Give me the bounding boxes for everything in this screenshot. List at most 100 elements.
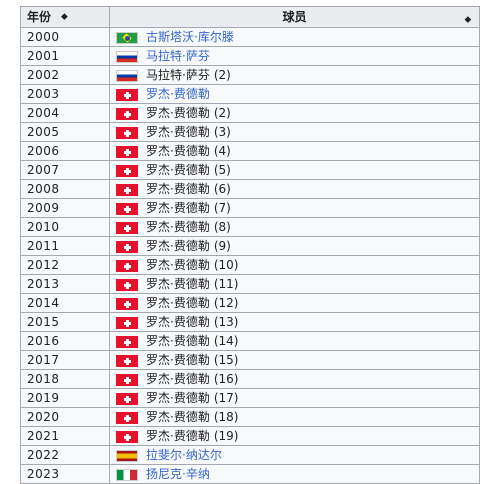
player-name-link: 罗杰·费德勒 bbox=[146, 163, 210, 177]
sort-icon[interactable]: ⬥ bbox=[61, 8, 67, 26]
table-row: 2007 罗杰·费德勒 (5) bbox=[20, 160, 480, 180]
year-cell: 2009 bbox=[20, 198, 110, 218]
player-name-link: 罗杰·费德勒 bbox=[146, 429, 210, 443]
flag-icon bbox=[116, 449, 138, 462]
table-header-row: 年份 ⬥ 球员 ⬥ bbox=[20, 6, 480, 29]
player-name-link[interactable]: 马拉特·萨芬 bbox=[146, 49, 210, 63]
year-cell: 2010 bbox=[20, 217, 110, 237]
year-cell: 2003 bbox=[20, 84, 110, 104]
player-name-link: 罗杰·费德勒 bbox=[146, 353, 210, 367]
flag-icon bbox=[116, 202, 138, 215]
title-count: (8) bbox=[213, 220, 231, 234]
title-count: (7) bbox=[213, 201, 231, 215]
flag-icon bbox=[116, 69, 138, 82]
player-name-link[interactable]: 拉斐尔·纳达尔 bbox=[146, 448, 222, 462]
flag-icon bbox=[116, 468, 138, 481]
year-cell: 2006 bbox=[20, 141, 110, 161]
flag-icon bbox=[116, 411, 138, 424]
player-name-link: 罗杰·费德勒 bbox=[146, 410, 210, 424]
table-row: 2003 罗杰·费德勒 bbox=[20, 84, 480, 104]
year-column-header[interactable]: 年份 ⬥ bbox=[20, 6, 110, 28]
flag-icon bbox=[116, 392, 138, 405]
flag-icon bbox=[116, 259, 138, 272]
title-count: (19) bbox=[213, 429, 239, 443]
player-name-link: 罗杰·费德勒 bbox=[146, 220, 210, 234]
winners-table: 年份 ⬥ 球员 ⬥ 2000 古斯塔沃·库尔滕 2001 马拉特·萨芬 2002 马拉特·… bbox=[20, 6, 480, 484]
year-cell: 2018 bbox=[20, 369, 110, 389]
table-row: 2014 罗杰·费德勒 (12) bbox=[20, 293, 480, 313]
table-row: 2018 罗杰·费德勒 (16) bbox=[20, 369, 480, 389]
title-count: (2) bbox=[213, 106, 231, 120]
title-count: (18) bbox=[213, 410, 239, 424]
player-name-link: 罗杰·费德勒 bbox=[146, 182, 210, 196]
player-name-link[interactable]: 罗杰·费德勒 bbox=[146, 87, 210, 101]
table-row: 2004 罗杰·费德勒 (2) bbox=[20, 103, 480, 123]
title-count: (3) bbox=[213, 125, 231, 139]
player-cell: 罗杰·费德勒 (4) bbox=[109, 141, 480, 161]
table-body: 2000 古斯塔沃·库尔滕 2001 马拉特·萨芬 2002 马拉特·萨芬 (2) 2003 罗… bbox=[20, 27, 480, 484]
title-count: (15) bbox=[213, 353, 239, 367]
player-cell: 罗杰·费德勒 (8) bbox=[109, 217, 480, 237]
player-cell: 马拉特·萨芬 (2) bbox=[109, 65, 480, 85]
title-count: (16) bbox=[213, 372, 239, 386]
player-name-link[interactable]: 扬尼克·辛纳 bbox=[146, 467, 210, 481]
player-column-header[interactable]: 球员 ⬥ bbox=[109, 6, 480, 29]
table-row: 2015 罗杰·费德勒 (13) bbox=[20, 312, 480, 332]
player-name-link: 罗杰·费德勒 bbox=[146, 106, 210, 120]
player-cell: 扬尼克·辛纳 bbox=[109, 464, 480, 484]
flag-icon bbox=[116, 221, 138, 234]
player-header-label: 球员 bbox=[282, 10, 307, 24]
player-cell: 罗杰·费德勒 (7) bbox=[109, 198, 480, 218]
table-row: 2019 罗杰·费德勒 (17) bbox=[20, 388, 480, 408]
year-cell: 2001 bbox=[20, 46, 110, 66]
player-cell: 罗杰·费德勒 (12) bbox=[109, 293, 480, 313]
player-cell: 罗杰·费德勒 (6) bbox=[109, 179, 480, 199]
year-cell: 2017 bbox=[20, 350, 110, 370]
flag-icon bbox=[116, 240, 138, 253]
title-count: (5) bbox=[213, 163, 231, 177]
player-name-link: 罗杰·费德勒 bbox=[146, 296, 210, 310]
year-cell: 2023 bbox=[20, 464, 110, 484]
table-row: 2008 罗杰·费德勒 (6) bbox=[20, 179, 480, 199]
player-name-link[interactable]: 古斯塔沃·库尔滕 bbox=[146, 30, 234, 44]
player-cell: 罗杰·费德勒 (16) bbox=[109, 369, 480, 389]
flag-icon bbox=[116, 50, 138, 63]
player-cell: 马拉特·萨芬 bbox=[109, 46, 480, 66]
table-row: 2022 拉斐尔·纳达尔 bbox=[20, 445, 480, 465]
table-row: 2000 古斯塔沃·库尔滕 bbox=[20, 27, 480, 47]
flag-icon bbox=[116, 373, 138, 386]
title-count: (11) bbox=[213, 277, 239, 291]
player-name-link: 罗杰·费德勒 bbox=[146, 239, 210, 253]
year-cell: 2013 bbox=[20, 274, 110, 294]
flag-icon bbox=[116, 316, 138, 329]
table-row: 2017 罗杰·费德勒 (15) bbox=[20, 350, 480, 370]
title-count: (13) bbox=[213, 315, 239, 329]
flag-icon bbox=[116, 88, 138, 101]
title-count: (6) bbox=[213, 182, 231, 196]
player-cell: 罗杰·费德勒 (3) bbox=[109, 122, 480, 142]
year-cell: 2012 bbox=[20, 255, 110, 275]
table-row: 2023 扬尼克·辛纳 bbox=[20, 464, 480, 484]
year-cell: 2014 bbox=[20, 293, 110, 313]
flag-icon bbox=[116, 31, 138, 44]
player-cell: 罗杰·费德勒 bbox=[109, 84, 480, 104]
player-name-link: 罗杰·费德勒 bbox=[146, 372, 210, 386]
player-name-link: 罗杰·费德勒 bbox=[146, 125, 210, 139]
title-count: (12) bbox=[213, 296, 239, 310]
player-cell: 罗杰·费德勒 (17) bbox=[109, 388, 480, 408]
year-cell: 2002 bbox=[20, 65, 110, 85]
year-cell: 2004 bbox=[20, 103, 110, 123]
player-cell: 罗杰·费德勒 (18) bbox=[109, 407, 480, 427]
flag-icon bbox=[116, 297, 138, 310]
sort-icon[interactable]: ⬥ bbox=[465, 11, 471, 29]
player-cell: 罗杰·费德勒 (13) bbox=[109, 312, 480, 332]
year-cell: 2020 bbox=[20, 407, 110, 427]
table-row: 2009 罗杰·费德勒 (7) bbox=[20, 198, 480, 218]
player-name-link: 罗杰·费德勒 bbox=[146, 201, 210, 215]
flag-icon bbox=[116, 107, 138, 120]
table-row: 2006 罗杰·费德勒 (4) bbox=[20, 141, 480, 161]
player-cell: 罗杰·费德勒 (10) bbox=[109, 255, 480, 275]
player-name-link: 罗杰·费德勒 bbox=[146, 315, 210, 329]
title-count: (9) bbox=[213, 239, 231, 253]
player-cell: 古斯塔沃·库尔滕 bbox=[109, 27, 480, 47]
